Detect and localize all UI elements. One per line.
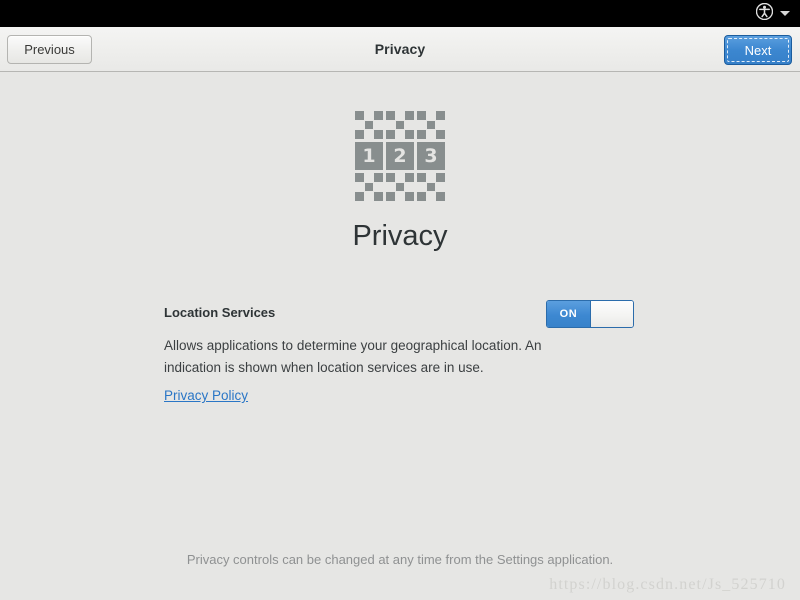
next-button[interactable]: Next [724,35,792,65]
checker-tile-top-center [386,111,414,139]
location-services-label: Location Services [164,305,276,320]
privacy-setup-window: Previous Privacy Next 1 2 3 Privacy Loca… [0,0,800,600]
location-services-description: Allows applications to determine your ge… [164,338,542,375]
content-area: 1 2 3 Privacy Location Services ON Allow… [0,72,800,600]
checker-tile-top-right [417,111,445,139]
number-tile-2: 2 [386,142,414,170]
footer-note: Privacy controls can be changed at any t… [186,552,614,567]
location-services-row: Location Services ON [164,300,634,330]
checker-tile-bottom-left [355,173,383,201]
header-title: Privacy [374,41,426,57]
number-tile-1: 1 [355,142,383,170]
system-top-bar [0,0,800,27]
system-status-area[interactable] [755,2,790,25]
privacy-policy-link[interactable]: Privacy Policy [164,388,248,403]
watermark-text: https://blog.csdn.net/Js_525710 [549,576,786,593]
number-tile-3: 3 [417,142,445,170]
chevron-down-icon[interactable] [780,11,790,16]
location-services-toggle[interactable]: ON [546,300,634,328]
checker-tile-bottom-right [417,173,445,201]
page-title: Privacy [352,220,448,252]
initial-setup-123-icon: 1 2 3 [355,111,445,201]
header-bar: Previous Privacy Next [0,27,800,72]
toggle-state-label: ON [547,301,591,327]
checker-tile-bottom-center [386,173,414,201]
toggle-knob[interactable] [591,301,633,327]
checker-tile-top-left [355,111,383,139]
accessibility-icon[interactable] [755,2,774,25]
next-button-label: Next [744,42,772,58]
